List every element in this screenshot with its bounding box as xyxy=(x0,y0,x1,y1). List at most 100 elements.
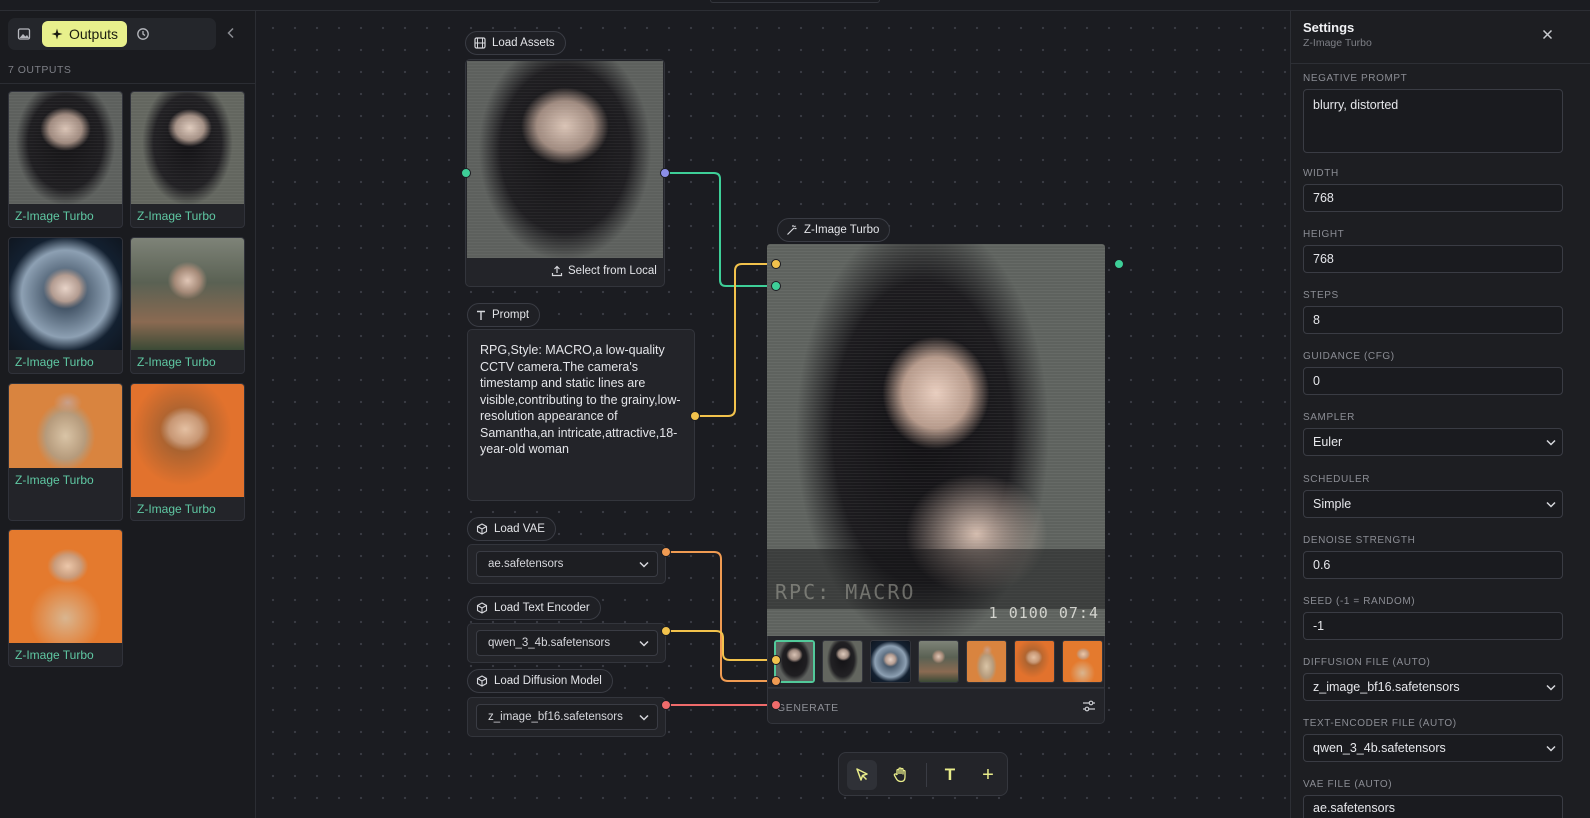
load-text-encoder-title: Load Text Encoder xyxy=(494,602,590,614)
generate-button[interactable]: GENERATE xyxy=(777,702,839,714)
chevron-down-icon xyxy=(639,640,649,647)
chevron-down-icon xyxy=(1546,501,1556,508)
filmstrip-thumb[interactable] xyxy=(870,640,911,683)
diffusion-output-port[interactable] xyxy=(661,700,671,710)
generate-bar: GENERATE xyxy=(767,688,1105,724)
prompt-textarea[interactable]: RPG,Style: MACRO,a low-quality CCTV came… xyxy=(480,342,688,458)
history-icon xyxy=(137,28,149,40)
load-vae-title: Load VAE xyxy=(494,523,545,535)
height-value: 768 xyxy=(1313,252,1334,266)
filmstrip-thumb[interactable] xyxy=(966,640,1007,683)
output-thumbnail xyxy=(131,92,244,204)
zimage-output-preview[interactable]: RPC: MACRO 1 0100 07:4 xyxy=(767,244,1105,636)
output-caption: Z-Image Turbo xyxy=(137,502,216,516)
output-thumbnail xyxy=(9,384,122,468)
zimage-filmstrip xyxy=(767,636,1105,688)
zimage-output-port[interactable] xyxy=(1114,259,1124,269)
output-card[interactable]: Z-Image Turbo xyxy=(8,91,123,228)
filmstrip-thumb[interactable] xyxy=(822,640,863,683)
diffusion-select[interactable]: z_image_bf16.safetensors xyxy=(476,704,658,730)
text-encoder-output-port[interactable] xyxy=(661,626,671,636)
tool-pan[interactable] xyxy=(886,760,916,790)
guidance-input[interactable]: 0 xyxy=(1303,367,1563,395)
vae-select[interactable]: ae.safetensors xyxy=(476,551,658,577)
asset-preview-image xyxy=(467,61,663,258)
tool-select[interactable] xyxy=(847,760,877,790)
film-icon xyxy=(474,37,486,49)
zimage-chip[interactable]: Z-Image Turbo xyxy=(777,218,891,242)
load-assets-chip[interactable]: Load Assets xyxy=(465,31,566,55)
vae-file-select[interactable]: ae.safetensors xyxy=(1303,795,1563,818)
sampler-value: Euler xyxy=(1313,435,1343,449)
scheduler-label: SCHEDULER xyxy=(1303,474,1371,485)
prompt-output-port[interactable] xyxy=(690,411,700,421)
diffusion-file-select[interactable]: z_image_bf16.safetensors xyxy=(1303,673,1563,701)
load-diffusion-title: Load Diffusion Model xyxy=(494,675,602,687)
output-count: 7 OUTPUTS xyxy=(8,64,72,76)
load-text-encoder-chip[interactable]: Load Text Encoder xyxy=(467,596,601,620)
output-caption: Z-Image Turbo xyxy=(15,648,94,662)
output-card[interactable]: Z-Image Turbo xyxy=(130,383,245,521)
text-encoder-select[interactable]: qwen_3_4b.safetensors xyxy=(476,630,658,656)
settings-close-button[interactable] xyxy=(1542,27,1553,43)
zimage-settings-button[interactable] xyxy=(1082,700,1096,715)
prompt-node[interactable]: RPG,Style: MACRO,a low-quality CCTV came… xyxy=(467,329,695,501)
output-caption: Z-Image Turbo xyxy=(137,355,216,369)
load-assets-output-port[interactable] xyxy=(660,168,670,178)
scheduler-value: Simple xyxy=(1313,497,1352,511)
text-encoder-file-label: TEXT-ENCODER FILE (AUTO) xyxy=(1303,718,1457,729)
output-card[interactable]: Z-Image Turbo xyxy=(130,91,245,228)
filmstrip-thumb[interactable] xyxy=(1062,640,1103,683)
tab-outputs[interactable]: Outputs xyxy=(42,21,127,47)
zimage-vae-port[interactable] xyxy=(771,676,781,686)
steps-value: 8 xyxy=(1313,313,1320,327)
zimage-diffusion-port[interactable] xyxy=(771,700,781,710)
negative-prompt-textarea[interactable]: blurry, distorted xyxy=(1303,89,1563,153)
select-from-local-button[interactable]: Select from Local xyxy=(551,265,657,277)
preview-overlay-right: 1 0100 07:4 xyxy=(988,604,1099,622)
load-assets-input-port[interactable] xyxy=(461,168,471,178)
zimage-image-port[interactable] xyxy=(771,281,781,291)
text-encoder-select-value: qwen_3_4b.safetensors xyxy=(488,637,611,649)
zimage-encoder-port[interactable] xyxy=(771,655,781,665)
output-thumbnail xyxy=(9,530,122,643)
filmstrip-thumb[interactable] xyxy=(1014,640,1055,683)
width-input[interactable]: 768 xyxy=(1303,184,1563,212)
filmstrip-thumb[interactable] xyxy=(918,640,959,683)
text-encoder-file-select[interactable]: qwen_3_4b.safetensors xyxy=(1303,734,1563,762)
height-input[interactable]: 768 xyxy=(1303,245,1563,273)
tool-add[interactable]: + xyxy=(973,760,1003,790)
load-assets-node[interactable]: Select from Local xyxy=(465,59,665,287)
vae-file-value: ae.safetensors xyxy=(1313,801,1395,815)
prompt-title: Prompt xyxy=(492,309,530,321)
tool-text[interactable]: T xyxy=(935,760,965,790)
tab-outputs-label: Outputs xyxy=(68,26,119,42)
tab-assets[interactable] xyxy=(11,21,37,47)
collapse-sidebar-button[interactable] xyxy=(226,26,236,44)
sampler-select[interactable]: Euler xyxy=(1303,428,1563,456)
select-from-local-label: Select from Local xyxy=(568,265,657,277)
steps-label: STEPS xyxy=(1303,290,1339,301)
load-text-encoder-node: qwen_3_4b.safetensors xyxy=(467,623,666,663)
output-card[interactable]: Z-Image Turbo xyxy=(8,529,123,667)
settings-title: Settings xyxy=(1303,20,1355,35)
load-diffusion-chip[interactable]: Load Diffusion Model xyxy=(467,669,613,693)
tab-history[interactable] xyxy=(130,21,156,47)
hand-icon xyxy=(893,767,906,783)
output-card[interactable]: Z-Image Turbo xyxy=(8,237,123,374)
zimage-prompt-port[interactable] xyxy=(771,259,781,269)
scheduler-select[interactable]: Simple xyxy=(1303,490,1563,518)
chevron-down-icon xyxy=(1546,684,1556,691)
denoise-label: DENOISE STRENGTH xyxy=(1303,535,1416,546)
seed-input[interactable]: -1 xyxy=(1303,612,1563,640)
load-vae-chip[interactable]: Load VAE xyxy=(467,517,556,541)
output-card[interactable]: Z-Image Turbo xyxy=(8,383,123,521)
steps-input[interactable]: 8 xyxy=(1303,306,1563,334)
vae-output-port[interactable] xyxy=(661,547,671,557)
denoise-input[interactable]: 0.6 xyxy=(1303,551,1563,579)
width-label: WIDTH xyxy=(1303,168,1339,179)
output-thumbnail xyxy=(131,238,244,350)
prompt-chip[interactable]: Prompt xyxy=(467,303,541,327)
pointer-icon xyxy=(856,768,868,781)
output-card[interactable]: Z-Image Turbo xyxy=(130,237,245,374)
